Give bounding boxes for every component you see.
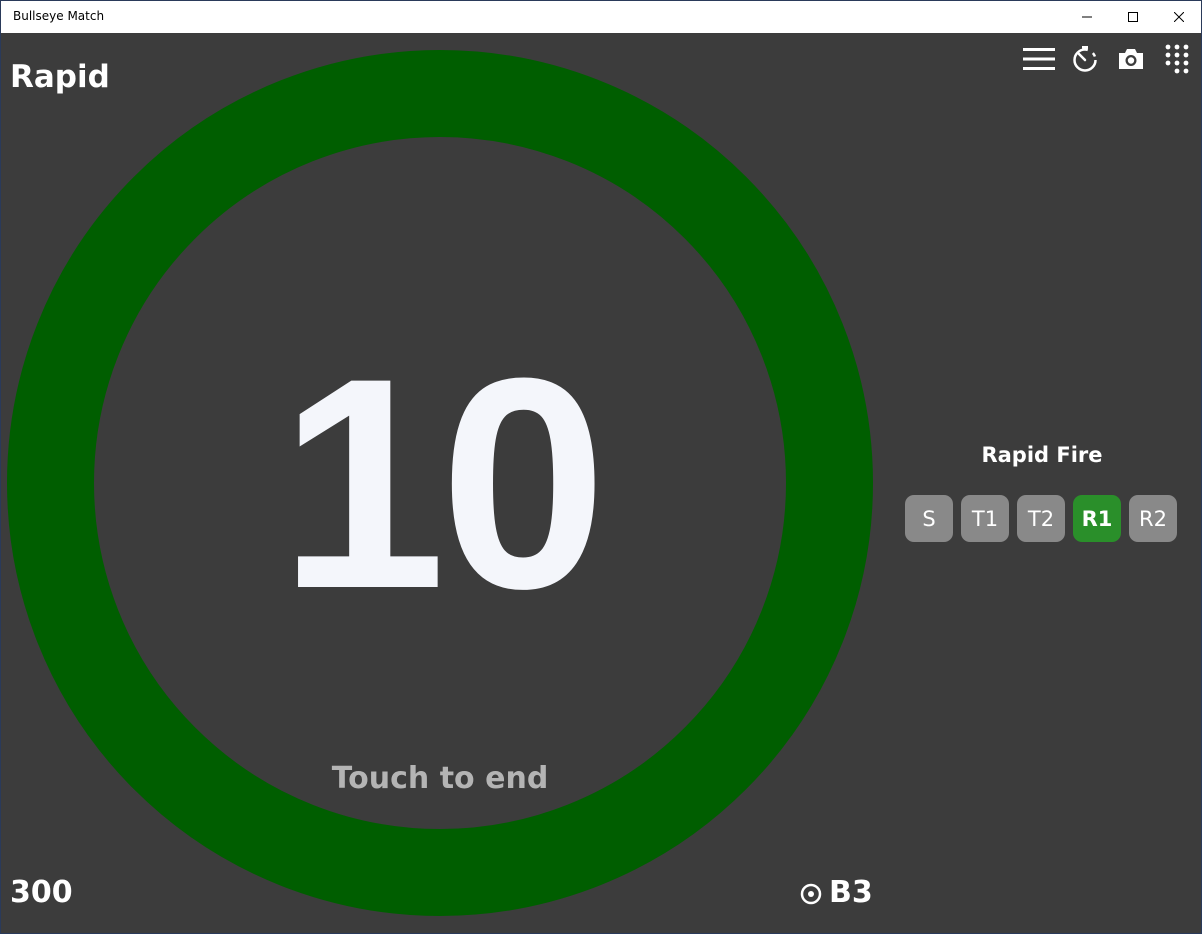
maximize-icon — [1128, 12, 1138, 22]
stage-button-r1[interactable]: R1 — [1073, 495, 1121, 542]
title-bar: Bullseye Match — [1, 1, 1201, 33]
minimize-icon — [1082, 16, 1092, 18]
score-value: 300 — [10, 875, 73, 910]
stage-button-t2[interactable]: T2 — [1017, 495, 1065, 542]
target-icon — [800, 883, 822, 904]
menu-button[interactable] — [1021, 41, 1057, 77]
minimize-button[interactable] — [1064, 1, 1110, 33]
stage-button-r2[interactable]: R2 — [1129, 495, 1177, 542]
close-icon — [1174, 12, 1184, 22]
window-title: Bullseye Match — [13, 9, 105, 23]
timer-button[interactable] — [1067, 41, 1103, 77]
touch-to-end-hint: Touch to end — [331, 761, 549, 796]
keypad-button[interactable] — [1159, 41, 1195, 77]
stage-button-s[interactable]: S — [905, 495, 953, 542]
camera-button[interactable] — [1113, 41, 1149, 77]
app-content: Rapid 10 Touch to end Rapid Fire S T1 T2… — [1, 33, 1201, 933]
app-window: Bullseye Match Rapid 10 Touch to end Rap… — [0, 0, 1202, 934]
target-indicator: B3 — [799, 875, 873, 910]
maximize-button[interactable] — [1110, 1, 1156, 33]
close-button[interactable] — [1156, 1, 1201, 33]
menu-icon — [1023, 48, 1055, 70]
stage-label: Rapid Fire — [981, 443, 1103, 467]
mode-title: Rapid — [10, 59, 110, 95]
target-label: B3 — [829, 875, 873, 910]
keypad-icon — [1165, 44, 1189, 74]
stage-button-t1[interactable]: T1 — [961, 495, 1009, 542]
countdown-value: 10 — [279, 315, 607, 651]
stage-selector: S T1 T2 R1 R2 — [905, 495, 1177, 542]
timer-icon — [1073, 46, 1097, 72]
camera-icon — [1119, 49, 1143, 69]
